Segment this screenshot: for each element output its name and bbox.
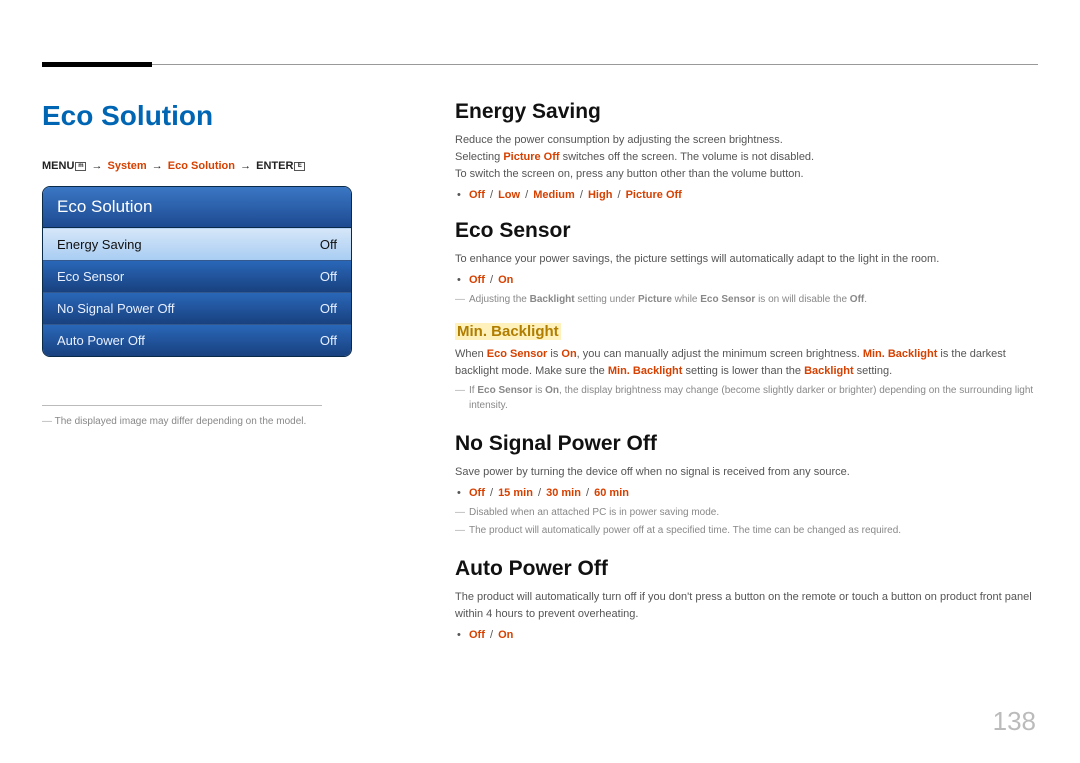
note-no-signal-1: Disabled when an attached PC is in power… — [469, 505, 1035, 521]
caption-rule — [42, 405, 322, 406]
option-value: 30 min — [546, 487, 581, 499]
option-value: 15 min — [498, 487, 533, 499]
heading-eco-sensor: Eco Sensor — [455, 219, 1035, 243]
osd-item-auto-power-off[interactable]: Auto Power Off Off — [43, 324, 351, 356]
osd-item-label: Eco Sensor — [57, 269, 124, 284]
osd-item-label: Energy Saving — [57, 237, 142, 252]
osd-item-value: Off — [320, 333, 337, 348]
page-title: Eco Solution — [42, 100, 382, 132]
osd-item-value: Off — [320, 269, 337, 284]
model-caption: The displayed image may differ depending… — [42, 416, 382, 427]
menu-icon: m — [75, 162, 86, 171]
header-accent-bar — [42, 62, 152, 67]
options-eco-sensor: Off / On — [469, 274, 1035, 286]
text-eco-sensor-1: To enhance your power savings, the pictu… — [455, 251, 1035, 268]
option-value: 60 min — [594, 487, 629, 499]
text-min-backlight: When Eco Sensor is On, you can manually … — [455, 346, 1035, 380]
left-column: Eco Solution MENUm → System → Eco Soluti… — [42, 100, 382, 427]
text-no-signal-1: Save power by turning the device off whe… — [455, 464, 1035, 481]
text-energy-saving-1: Reduce the power consumption by adjustin… — [455, 132, 1035, 149]
text-energy-saving-2: Selecting Picture Off switches off the s… — [455, 149, 1035, 166]
enter-icon: E — [294, 162, 305, 171]
heading-auto-power: Auto Power Off — [455, 557, 1035, 581]
option-value: Picture Off — [626, 189, 682, 201]
option-value: High — [588, 189, 612, 201]
osd-item-value: Off — [320, 301, 337, 316]
note-no-signal-2: The product will automatically power off… — [469, 523, 1035, 539]
option-value: On — [498, 274, 513, 286]
osd-panel: Eco Solution Energy Saving Off Eco Sensor O… — [42, 186, 352, 357]
option-value: Off — [469, 274, 485, 286]
text-energy-saving-3: To switch the screen on, press any butto… — [455, 166, 1035, 183]
note-eco-sensor-1: Adjusting the Backlight setting under Pi… — [469, 292, 1035, 308]
option-value: On — [498, 629, 513, 641]
text-auto-power-1: The product will automatically turn off … — [455, 589, 1035, 623]
options-auto-power: Off / On — [469, 629, 1035, 641]
osd-item-eco-sensor[interactable]: Eco Sensor Off — [43, 260, 351, 292]
osd-item-value: Off — [320, 237, 337, 252]
breadcrumb-eco: Eco Solution — [168, 160, 235, 172]
osd-header: Eco Solution — [43, 187, 351, 228]
note-min-backlight: If Eco Sensor is On, the display brightn… — [469, 383, 1035, 414]
osd-item-energy-saving[interactable]: Energy Saving Off — [43, 228, 351, 260]
heading-no-signal: No Signal Power Off — [455, 432, 1035, 456]
breadcrumb: MENUm → System → Eco Solution → ENTERE — [42, 160, 382, 172]
breadcrumb-menu: MENU — [42, 160, 74, 172]
option-value: Low — [498, 189, 520, 201]
heading-energy-saving: Energy Saving — [455, 100, 1035, 124]
header-rule — [42, 64, 1038, 65]
option-value: Off — [469, 487, 485, 499]
osd-item-no-signal-power-off[interactable]: No Signal Power Off Off — [43, 292, 351, 324]
option-value: Medium — [533, 189, 575, 201]
osd-item-label: Auto Power Off — [57, 333, 145, 348]
options-no-signal: Off / 15 min / 30 min / 60 min — [469, 487, 1035, 499]
page-number: 138 — [993, 706, 1036, 737]
option-value: Off — [469, 189, 485, 201]
heading-min-backlight: Min. Backlight — [455, 323, 561, 340]
breadcrumb-enter: ENTER — [256, 160, 293, 172]
option-value: Off — [469, 629, 485, 641]
osd-item-label: No Signal Power Off — [57, 301, 175, 316]
right-column: Energy Saving Reduce the power consumpti… — [455, 100, 1035, 647]
breadcrumb-system: System — [108, 160, 147, 172]
options-energy-saving: Off / Low / Medium / High / Picture Off — [469, 189, 1035, 201]
